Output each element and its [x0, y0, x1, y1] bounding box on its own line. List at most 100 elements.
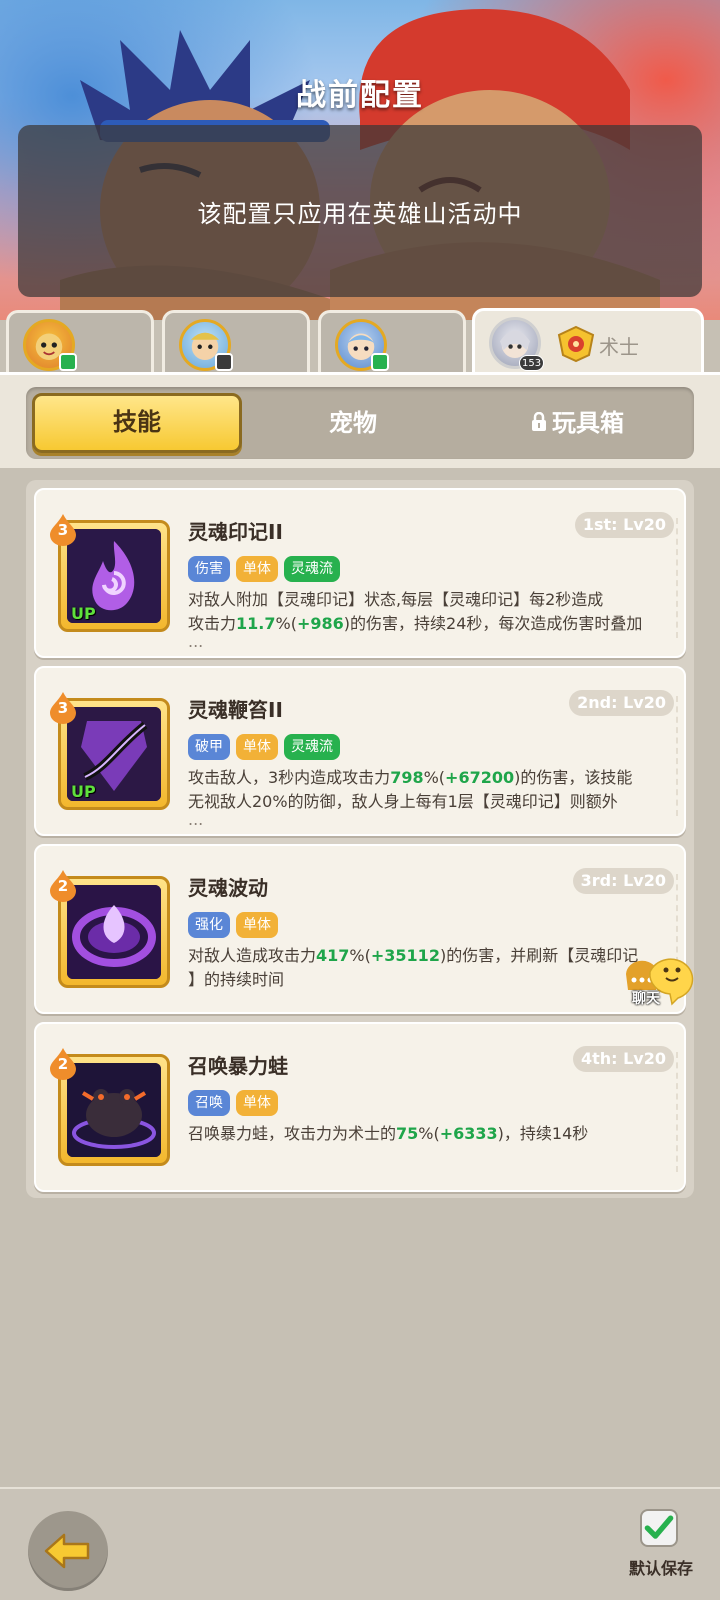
hero-level-badge: 153	[519, 355, 545, 371]
skill-level: 2	[57, 1055, 69, 1073]
skill-slot-badge: 1st: Lv20	[574, 512, 674, 538]
desc-value: 417	[316, 946, 350, 965]
card-decoration	[668, 518, 678, 638]
desc-text: %(	[418, 1124, 440, 1143]
back-arrow-icon	[44, 1533, 90, 1569]
skill-slot-badge: 4th: Lv20	[572, 1046, 674, 1072]
page-title: 战前配置	[296, 78, 424, 113]
skill-description: 对敌人附加【灵魂印记】状态,每层【灵魂印记】每2秒造成 攻击力11.7%(+98…	[188, 588, 678, 651]
desc-line: 对敌人附加【灵魂印记】状态,每层【灵魂印记】每2秒造成	[188, 590, 604, 609]
desc-value: 75	[396, 1124, 419, 1143]
hero-tab-2[interactable]	[162, 310, 310, 374]
bottom-bar: 默认保存	[0, 1487, 720, 1600]
hero-status-badge	[59, 353, 77, 371]
desc-text: )，持续14秒	[497, 1124, 589, 1143]
skill-card[interactable]: UP 3 灵魂鞭笞II 2nd: Lv20 破甲 单体 灵魂流 攻击敌人，3秒内…	[34, 666, 686, 836]
desc-ellipsis: ...	[188, 632, 204, 651]
default-save-button[interactable]: 默认保存	[616, 1509, 706, 1595]
desc-bonus: +35112	[370, 946, 440, 965]
desc-text: )的伤害，该技能	[514, 768, 633, 787]
segmented-control: 技能 宠物 玩具箱	[26, 387, 694, 459]
skill-tag: 召唤	[188, 1090, 230, 1116]
skill-description: 对敌人造成攻击力417%(+35112)的伤害，并刷新【灵魂印记 】的持续时间	[188, 944, 678, 992]
desc-value: 11.7	[236, 614, 276, 633]
banner: 战前配置 该配置只应用在英雄山活动中	[0, 0, 720, 320]
hero-status-badge	[215, 353, 233, 371]
skill-name: 灵魂鞭笞II	[188, 698, 283, 722]
tab-pets[interactable]: 宠物	[248, 393, 458, 453]
lock-icon	[532, 412, 546, 431]
chat-label[interactable]: 聊天	[632, 988, 660, 1008]
desc-text: 召唤暴力蛙，攻击力为术士的	[188, 1124, 397, 1143]
desc-text: %(	[275, 614, 297, 633]
desc-ellipsis: ...	[188, 810, 204, 829]
tab-toybox-label: 玩具箱	[552, 409, 624, 437]
desc-text: %(	[349, 946, 371, 965]
desc-value: 798	[390, 768, 424, 787]
notice-text: 该配置只应用在英雄山活动中	[197, 199, 523, 228]
hero-class-label: 术士	[599, 335, 639, 359]
segment-bar-area: 技能 宠物 玩具箱	[0, 372, 720, 468]
card-decoration	[668, 1052, 678, 1172]
skill-name: 灵魂印记II	[188, 520, 283, 544]
skill-card[interactable]: 2 灵魂波动 3rd: Lv20 强化 单体 对敌人造成攻击力417%(+351…	[34, 844, 686, 1014]
skill-tag: 强化	[188, 912, 230, 938]
tab-skills[interactable]: 技能	[32, 393, 242, 453]
save-checkbox[interactable]	[640, 1509, 678, 1547]
desc-text: 攻击力	[188, 614, 237, 633]
hero-tabs: 153 术士	[0, 308, 720, 376]
skill-list: UP 3 灵魂印记II 1st: Lv20 伤害 单体 灵魂流 对敌人附加【灵魂…	[26, 480, 694, 1198]
soul-whip-skill-icon: UP	[67, 707, 161, 801]
skill-tags: 破甲 单体 灵魂流	[188, 734, 340, 760]
hero-status-badge	[371, 353, 389, 371]
card-decoration	[668, 696, 678, 816]
desc-bonus: +6333	[439, 1124, 498, 1143]
desc-text: )的伤害，持续24秒，每次造成伤害时叠加	[343, 614, 643, 633]
summon-frog-skill-icon	[67, 1063, 161, 1157]
desc-bonus: +986	[296, 614, 344, 633]
skill-description: 召唤暴力蛙，攻击力为术士的75%(+6333)，持续14秒	[188, 1122, 678, 1146]
skill-tag: 伤害	[188, 556, 230, 582]
desc-line: 】的持续时间	[188, 970, 285, 989]
desc-text: )的伤害，并刷新【灵魂印记	[439, 946, 639, 965]
skill-slot-badge: 3rd: Lv20	[572, 868, 674, 894]
skill-tag: 单体	[236, 734, 278, 760]
skill-tag: 灵魂流	[284, 734, 340, 760]
desc-text: 对敌人造成攻击力	[188, 946, 317, 965]
soul-wave-skill-icon	[67, 885, 161, 979]
skill-name: 召唤暴力蛙	[188, 1054, 288, 1078]
skill-tag: 单体	[236, 556, 278, 582]
soul-mark-skill-icon: UP	[67, 529, 161, 623]
tab-toybox[interactable]: 玩具箱	[472, 393, 682, 453]
save-label: 默认保存	[628, 1559, 693, 1578]
upgrade-label: UP	[71, 782, 96, 801]
desc-text: %(	[423, 768, 446, 787]
skill-tag: 单体	[236, 1090, 278, 1116]
hero-tab-3[interactable]	[318, 310, 466, 374]
upgrade-label: UP	[71, 604, 96, 623]
back-button[interactable]	[28, 1511, 108, 1591]
warlock-class-icon	[557, 325, 595, 363]
skill-tag: 破甲	[188, 734, 230, 760]
checkmark-icon	[644, 1515, 674, 1539]
notice-box: 该配置只应用在英雄山活动中	[18, 125, 702, 297]
skill-slot-badge: 2nd: Lv20	[569, 690, 674, 716]
skill-description: 攻击敌人，3秒内造成攻击力798%(+67200)的伤害，该技能 无视敌人20%…	[188, 766, 678, 829]
skill-level: 3	[57, 699, 69, 717]
skill-card[interactable]: 2 召唤暴力蛙 4th: Lv20 召唤 单体 召唤暴力蛙，攻击力为术士的75%…	[34, 1022, 686, 1192]
desc-line: 无视敌人20%的防御，敌人身上每有1层【灵魂印记】则额外	[188, 792, 618, 811]
desc-text: 攻击敌人，3秒内造成攻击力	[188, 768, 391, 787]
skill-level: 2	[57, 877, 69, 895]
skill-tags: 伤害 单体 灵魂流	[188, 556, 340, 582]
hero-tab-4[interactable]: 153 术士	[472, 308, 704, 376]
skill-tag: 灵魂流	[284, 556, 340, 582]
config-panel: 技能 宠物 玩具箱 UP 3 灵魂印记II 1st: Lv20 伤害 单体 灵魂…	[0, 372, 720, 1487]
skill-name: 灵魂波动	[188, 876, 268, 900]
desc-bonus: +67200	[445, 768, 515, 787]
skill-level: 3	[57, 521, 69, 539]
skill-tags: 召唤 单体	[188, 1090, 278, 1116]
hero-tab-1[interactable]	[6, 310, 154, 374]
skill-tags: 强化 单体	[188, 912, 278, 938]
skill-card[interactable]: UP 3 灵魂印记II 1st: Lv20 伤害 单体 灵魂流 对敌人附加【灵魂…	[34, 488, 686, 658]
skill-tag: 单体	[236, 912, 278, 938]
